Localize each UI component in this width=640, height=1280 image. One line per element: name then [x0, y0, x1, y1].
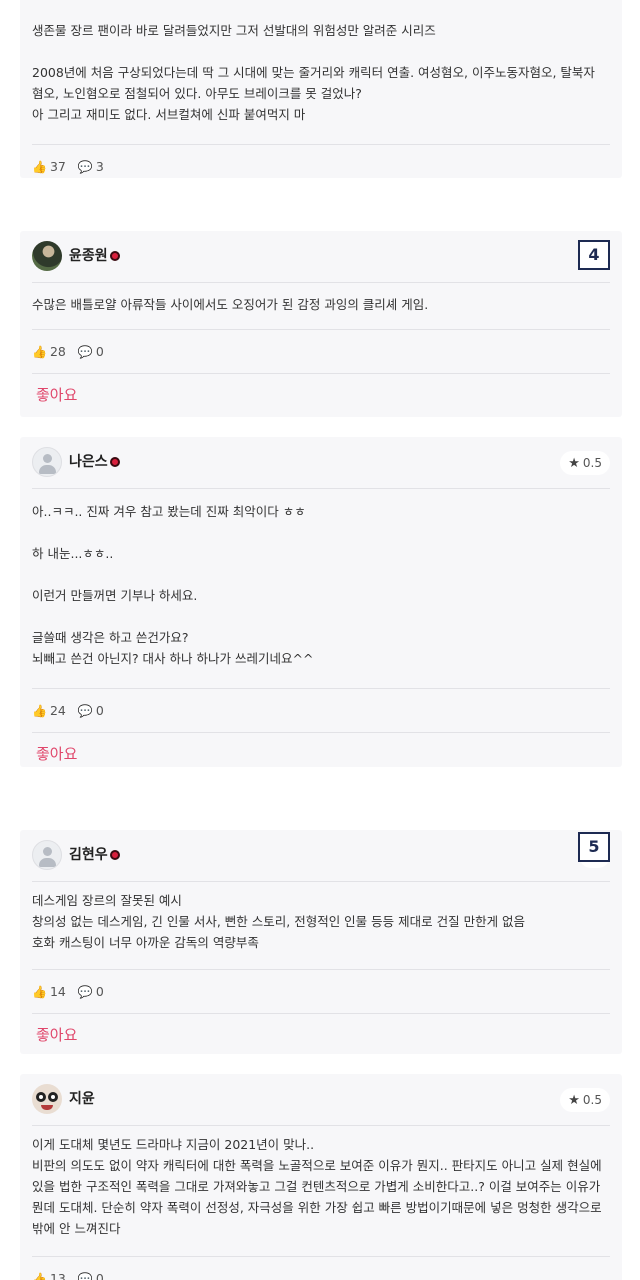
username[interactable]: 지윤 [69, 1090, 95, 1108]
thumbs-up-icon[interactable]: 👍 [32, 330, 47, 374]
like-button[interactable]: 좋아요 [36, 384, 77, 405]
username[interactable]: 윤종원 [69, 247, 120, 265]
review-card: 윤종원 ★ 수많은 배틀로얄 아류작들 사이에서도 오징어가 된 감정 과잉의 … [20, 231, 622, 417]
review-stats: 👍 14 💬 0 [32, 969, 610, 1013]
speech-bubble-icon[interactable]: 💬 [78, 1257, 93, 1280]
review-header: 김현우 ★ [32, 830, 610, 882]
speech-bubble-icon[interactable]: 💬 [78, 689, 93, 733]
speech-bubble-icon[interactable]: 💬 [78, 330, 93, 374]
annotation-marker: 4 [578, 240, 610, 270]
review-header: 나은스 ★ 0.5 [32, 437, 610, 489]
like-button[interactable]: 좋아요 [36, 1024, 77, 1045]
user-badge-icon [109, 850, 120, 860]
rating-badge: ★ 0.5 [560, 1088, 610, 1112]
user-badge-icon [109, 251, 120, 261]
like-count: 28 [49, 344, 66, 359]
review-stats: 👍 37 💬 3 [32, 144, 610, 188]
comment-count: 0 [95, 344, 104, 359]
review-header: 지윤 ★ 0.5 [32, 1074, 610, 1126]
like-count: 13 [49, 1271, 66, 1280]
star-icon: ★ [568, 456, 580, 471]
speech-bubble-icon[interactable]: 💬 [78, 145, 93, 189]
like-bar: 좋아요 [32, 373, 610, 415]
review-header: 윤종원 ★ [32, 231, 610, 283]
review-stats: 👍 13 💬 0 [32, 1256, 610, 1280]
star-icon: ★ [568, 1093, 580, 1108]
review-card: 나은스 ★ 0.5 아..ㅋㅋ.. 진짜 겨우 참고 봤는데 진짜 최악이다 ㅎㅎ… [20, 437, 622, 767]
review-text: 생존물 장르 팬이라 바로 달려들었지만 그저 선발대의 위험성만 알려준 시리… [32, 23, 595, 122]
comment-count: 0 [95, 703, 104, 718]
review-stats: 👍 24 💬 0 [32, 688, 610, 732]
user-avatar-icon[interactable] [32, 447, 62, 477]
comment-count: 0 [95, 1271, 104, 1280]
annotation-marker: 5 [578, 832, 610, 862]
review-text: 아..ㅋㅋ.. 진짜 겨우 참고 봤는데 진짜 최악이다 ㅎㅎ 하 내눈...ㅎ… [32, 504, 314, 666]
user-avatar-icon[interactable] [32, 840, 62, 870]
like-bar: 좋아요 [32, 1013, 610, 1055]
like-count: 24 [49, 703, 66, 718]
username[interactable]: 나은스 [69, 453, 120, 471]
review-stats: 👍 28 💬 0 [32, 329, 610, 373]
username[interactable]: 김현우 [69, 846, 120, 864]
user-avatar[interactable] [32, 241, 62, 271]
thumbs-up-icon[interactable]: 👍 [32, 689, 47, 733]
review-text: 수많은 배틀로얄 아류작들 사이에서도 오징어가 된 감정 과잉의 클리셰 게임… [32, 297, 429, 312]
like-bar: 좋아요 [32, 732, 610, 774]
thumbs-up-icon[interactable]: 👍 [32, 1257, 47, 1280]
like-count: 14 [49, 984, 66, 999]
user-badge-icon [109, 457, 120, 467]
comment-count: 3 [95, 159, 104, 174]
review-text: 데스게임 장르의 잘못된 예시 창의성 없는 데스게임, 긴 인물 서사, 뻔한… [32, 893, 526, 950]
speech-bubble-icon[interactable]: 💬 [78, 970, 93, 1014]
review-text: 이게 도대체 몇년도 드라마냐 지금이 2021년이 맞나.. 비판의 의도도 … [32, 1137, 602, 1236]
thumbs-up-icon[interactable]: 👍 [32, 145, 47, 189]
review-card: 생존물 장르 팬이라 바로 달려들었지만 그저 선발대의 위험성만 알려준 시리… [20, 0, 622, 178]
comment-count: 0 [95, 984, 104, 999]
like-count: 37 [49, 159, 66, 174]
rating-badge: ★ 0.5 [560, 451, 610, 475]
user-avatar[interactable] [32, 1084, 62, 1114]
thumbs-up-icon[interactable]: 👍 [32, 970, 47, 1014]
like-button[interactable]: 좋아요 [36, 743, 77, 764]
review-card: 지윤 ★ 0.5 이게 도대체 몇년도 드라마냐 지금이 2021년이 맞나.. … [20, 1074, 622, 1280]
review-card: 김현우 ★ 데스게임 장르의 잘못된 예시 창의성 없는 데스게임, 긴 인물 … [20, 830, 622, 1054]
